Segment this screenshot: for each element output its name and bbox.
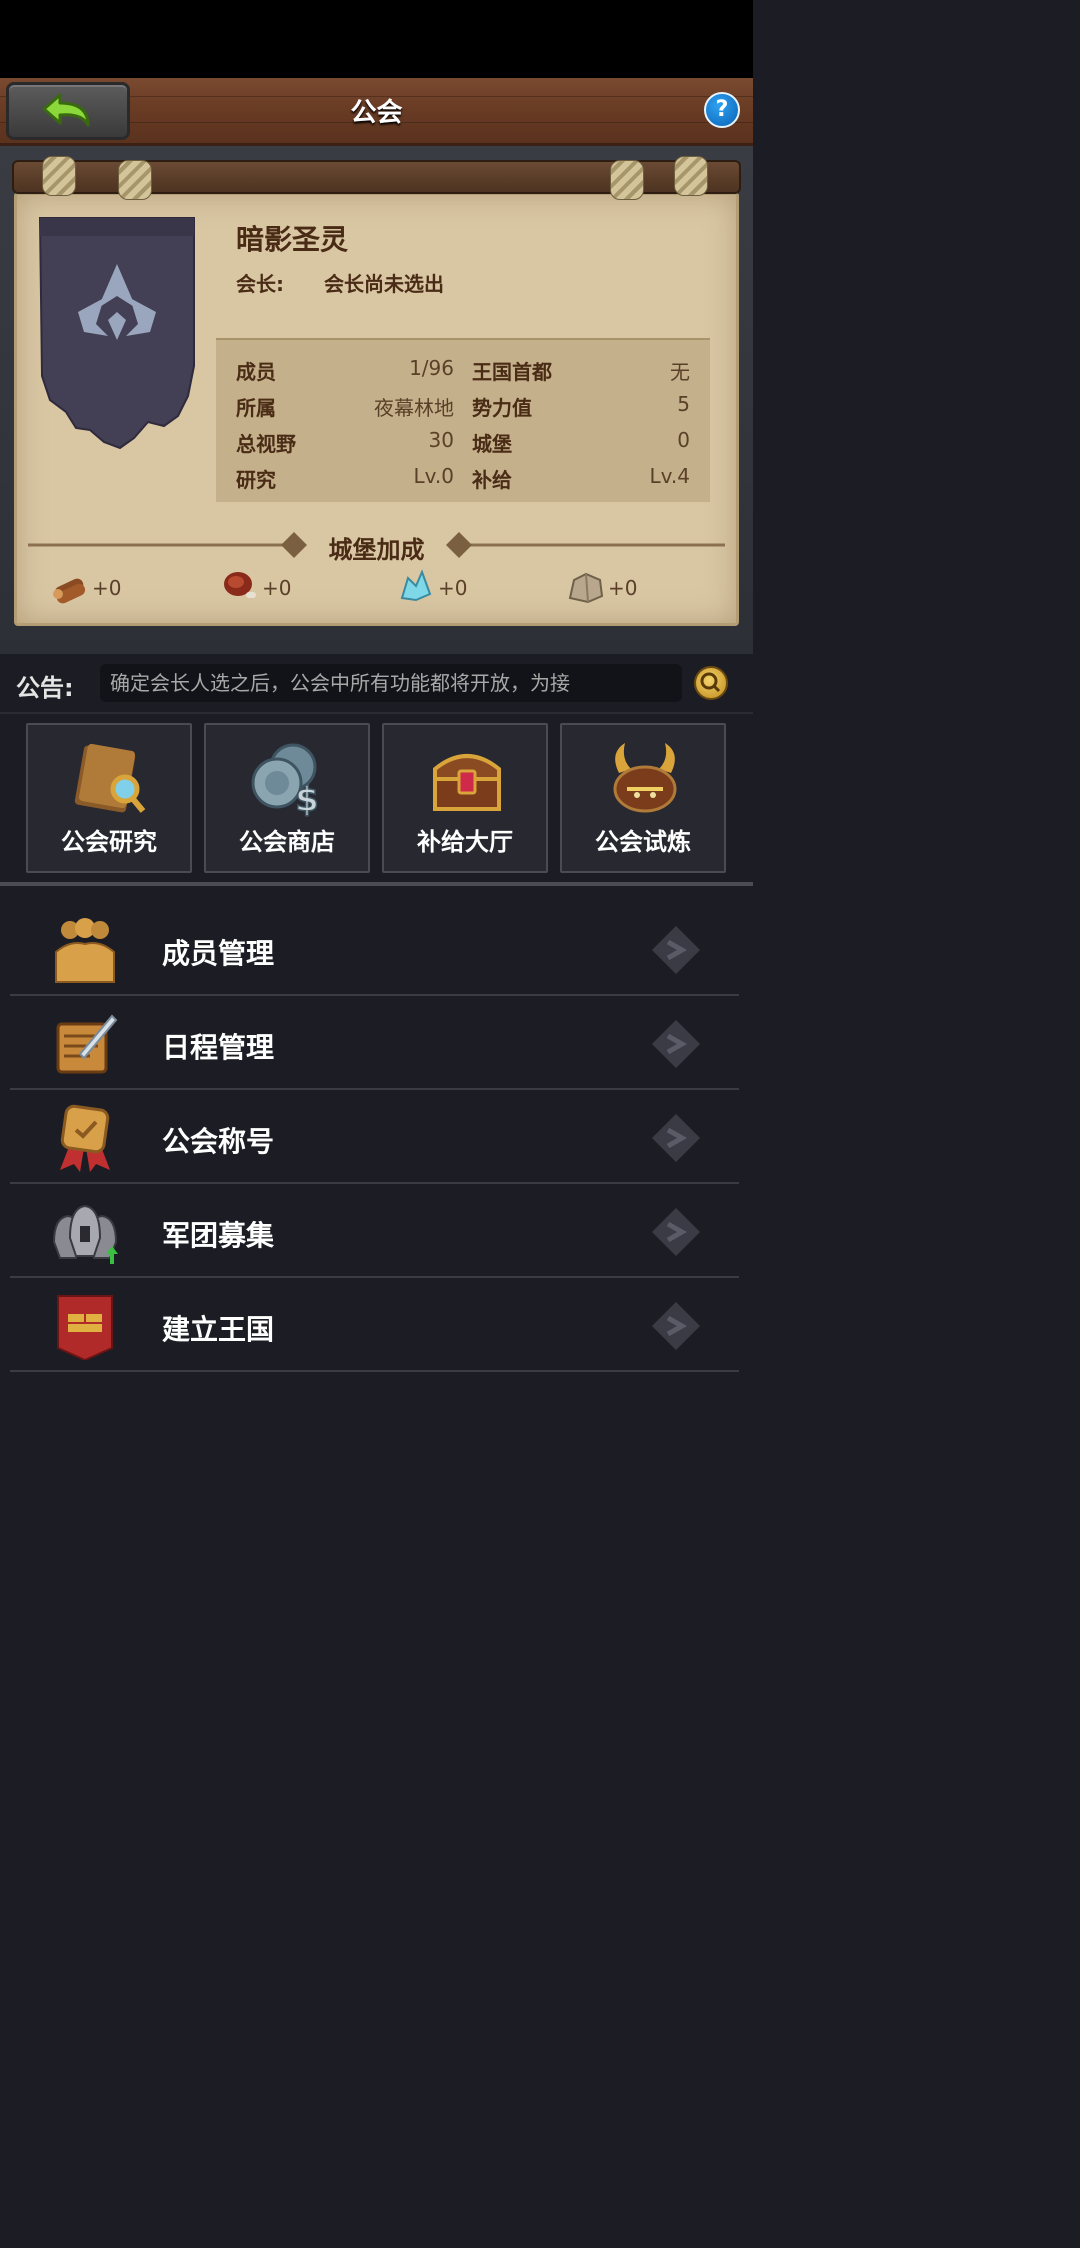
vision-label: 总视野 bbox=[236, 432, 296, 456]
help-button[interactable]: ? bbox=[704, 92, 740, 128]
guild-banner-icon bbox=[38, 217, 195, 450]
power-value: 5 bbox=[677, 392, 690, 416]
castle-label: 城堡 bbox=[472, 432, 512, 456]
stone-bonus: +0 bbox=[608, 576, 638, 600]
scroll-quill-icon bbox=[56, 1014, 118, 1074]
region-label: 所属 bbox=[236, 396, 276, 420]
castle-value: 0 bbox=[677, 428, 690, 452]
tile-label: 补给大厅 bbox=[417, 828, 513, 856]
wood-bonus: +0 bbox=[92, 576, 122, 600]
scroll-rod bbox=[12, 156, 741, 200]
medal-icon bbox=[60, 1104, 110, 1172]
chevron-right-icon bbox=[652, 926, 700, 974]
magnifier-icon bbox=[700, 672, 721, 693]
tile-guild-research[interactable]: 公会研究 bbox=[26, 723, 192, 873]
vision-value: 30 bbox=[428, 428, 454, 452]
crystal-icon bbox=[400, 569, 432, 602]
announcement-view-button[interactable] bbox=[694, 666, 728, 700]
rope-decoration bbox=[118, 160, 152, 200]
announcement-field[interactable]: 确定会长人选之后，公会中所有功能都将开放，为接 bbox=[100, 664, 682, 702]
tile-label: 公会研究 bbox=[61, 828, 157, 856]
horned-helmet-icon bbox=[613, 743, 677, 813]
menu-item-build-kingdom[interactable]: 建立王国 bbox=[10, 1278, 739, 1372]
chevron-right-icon bbox=[652, 1114, 700, 1162]
supply-value: Lv.4 bbox=[649, 464, 690, 488]
rope-decoration bbox=[610, 160, 644, 200]
menu-item-schedule-management[interactable]: 日程管理 bbox=[10, 996, 739, 1090]
status-bar bbox=[0, 0, 753, 78]
research-label: 研究 bbox=[236, 468, 276, 492]
menu-item-legion-recruit[interactable]: 军团募集 bbox=[10, 1184, 739, 1278]
chevron-right-icon bbox=[652, 1020, 700, 1068]
wood-icon bbox=[53, 578, 86, 604]
svg-text:$: $ bbox=[295, 780, 319, 819]
tile-label: 公会商店 bbox=[239, 828, 335, 856]
capital-value: 无 bbox=[670, 360, 690, 384]
page-title: 公会 bbox=[350, 98, 403, 128]
menu-label: 建立王国 bbox=[162, 1313, 275, 1346]
supply-label: 补给 bbox=[472, 468, 512, 492]
menu-label: 成员管理 bbox=[162, 937, 275, 970]
crystal-bonus: +0 bbox=[438, 576, 468, 600]
leader-value: 会长尚未选出 bbox=[324, 272, 444, 296]
menu-item-guild-title[interactable]: 公会称号 bbox=[10, 1090, 739, 1184]
guild-stats-box: 成员 1/96 王国首都 无 所属 夜幕林地 势力值 5 总视野 30 城堡 0… bbox=[216, 338, 710, 502]
power-label: 势力值 bbox=[472, 396, 532, 420]
region-value: 夜幕林地 bbox=[374, 396, 454, 420]
menu-label: 公会称号 bbox=[162, 1125, 275, 1158]
members-icon bbox=[55, 918, 115, 983]
research-value: Lv.0 bbox=[413, 464, 454, 488]
tile-supply-hall[interactable]: 补给大厅 bbox=[382, 723, 548, 873]
tile-label: 公会试炼 bbox=[595, 828, 691, 856]
meat-bonus: +0 bbox=[262, 576, 292, 600]
legion-helmets-icon bbox=[52, 1204, 118, 1264]
tile-guild-trial[interactable]: 公会试炼 bbox=[560, 723, 726, 873]
announcement-label: 公告: bbox=[16, 674, 74, 702]
kingdom-banner-icon bbox=[57, 1295, 113, 1360]
meat-icon bbox=[224, 572, 256, 598]
menu-label: 军团募集 bbox=[162, 1219, 275, 1252]
rope-decoration bbox=[674, 156, 708, 196]
chevron-right-icon bbox=[652, 1302, 700, 1350]
menu-label: 日程管理 bbox=[162, 1031, 275, 1064]
guild-name: 暗影圣灵 bbox=[236, 223, 349, 256]
leader-label: 会长: bbox=[236, 272, 284, 296]
chevron-right-icon bbox=[652, 1208, 700, 1256]
capital-label: 王国首都 bbox=[472, 360, 552, 384]
treasure-chest-icon bbox=[433, 754, 501, 811]
research-book-icon bbox=[74, 743, 146, 813]
menu-item-member-management[interactable]: 成员管理 bbox=[10, 902, 739, 996]
coin-shop-icon: $ bbox=[251, 743, 320, 819]
divider bbox=[0, 882, 753, 886]
stone-icon bbox=[568, 572, 604, 604]
castle-bonus-title: 城堡加成 bbox=[328, 536, 425, 564]
rope-decoration bbox=[42, 156, 76, 196]
tile-guild-shop[interactable]: $ 公会商店 bbox=[204, 723, 370, 873]
members-label: 成员 bbox=[236, 360, 276, 384]
divider bbox=[0, 712, 753, 714]
members-value: 1/96 bbox=[409, 356, 454, 380]
